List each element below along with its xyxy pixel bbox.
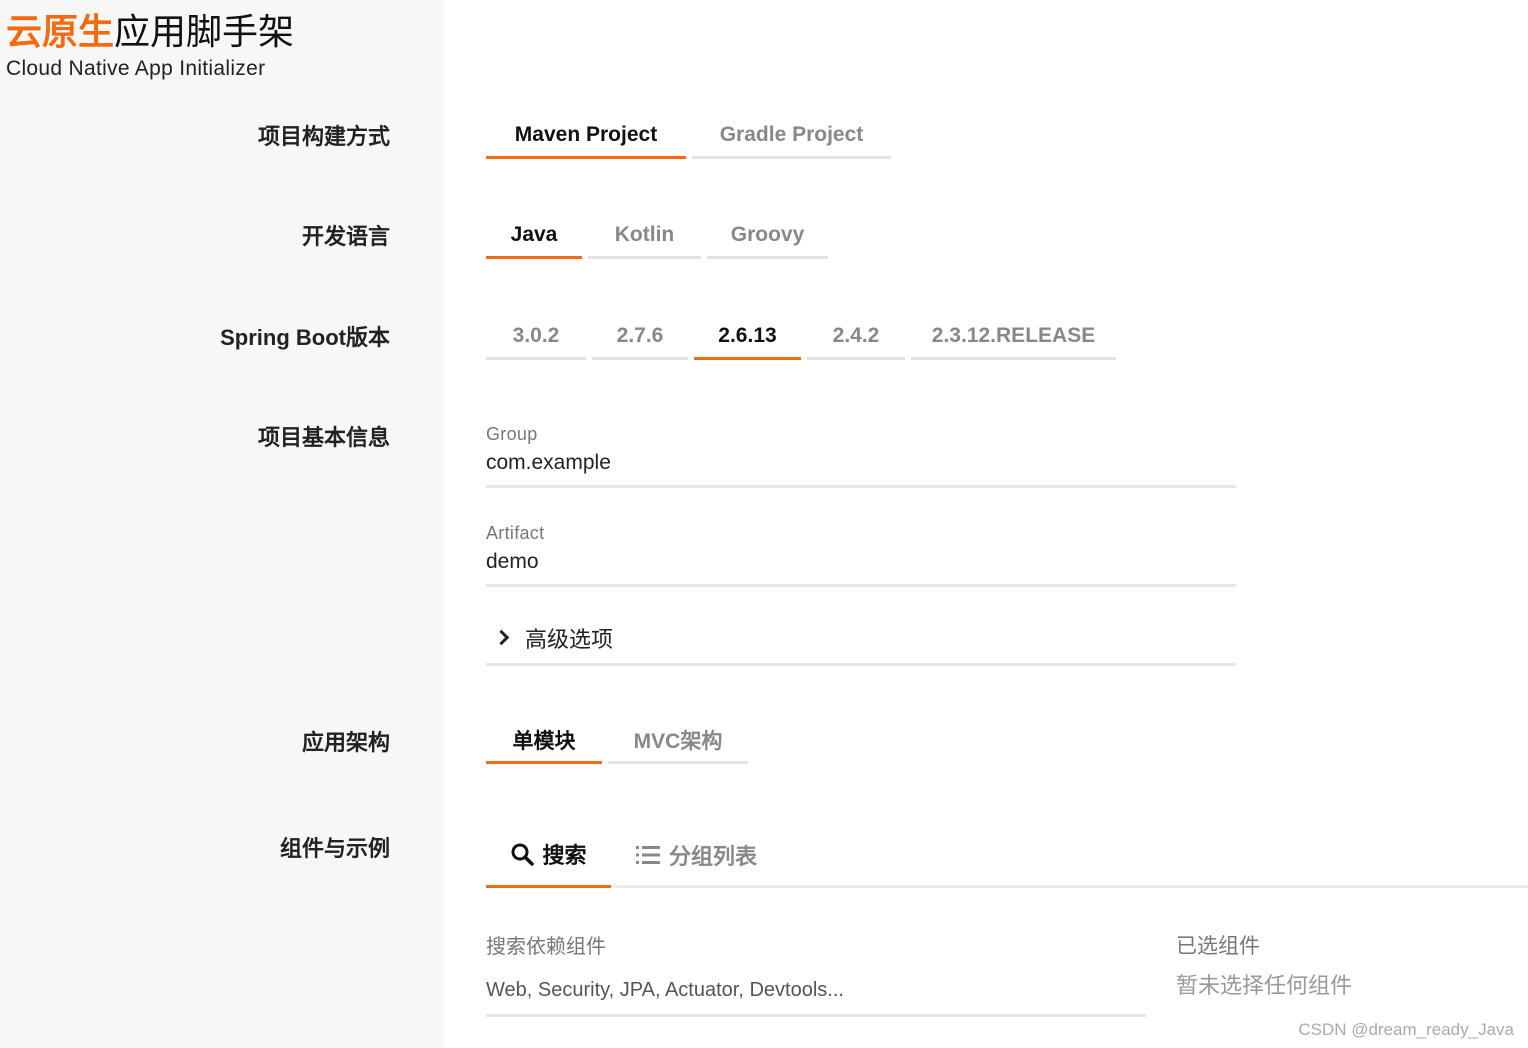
selected-components-empty: 暂未选择任何组件 bbox=[1176, 973, 1353, 998]
tab-single-module[interactable]: 单模块 bbox=[486, 718, 602, 764]
selected-components: 已选组件 暂未选择任何组件 bbox=[1176, 930, 1352, 1000]
tab-java[interactable]: Java bbox=[486, 213, 582, 259]
project-info-label: 项目基本信息 bbox=[257, 425, 390, 450]
components-tabs: 搜索 分组列表 bbox=[486, 822, 1528, 888]
group-input[interactable] bbox=[486, 445, 1236, 485]
components-label: 组件与示例 bbox=[279, 836, 390, 861]
dependency-search-input[interactable] bbox=[486, 959, 1146, 1014]
tab-groovy[interactable]: Groovy bbox=[707, 213, 828, 259]
advanced-options-toggle[interactable]: 高级选项 bbox=[486, 612, 1236, 666]
chevron-right-icon bbox=[493, 629, 510, 646]
tab-boot-2-4-2[interactable]: 2.4.2 bbox=[807, 314, 905, 360]
tab-boot-2-6-13[interactable]: 2.6.13 bbox=[694, 314, 801, 360]
build-label: 项目构建方式 bbox=[257, 124, 390, 149]
boot-version-label: Spring Boot版本 bbox=[220, 325, 390, 350]
tab-search[interactable]: 搜索 bbox=[486, 822, 611, 888]
search-icon bbox=[511, 843, 535, 866]
tab-boot-3-0-2[interactable]: 3.0.2 bbox=[486, 314, 586, 360]
artifact-field: Artifact bbox=[486, 523, 1236, 587]
tab-group-list[interactable]: 分组列表 bbox=[611, 822, 781, 888]
list-icon bbox=[635, 846, 660, 864]
dependency-search-label: 搜索依赖组件 bbox=[486, 936, 606, 958]
sidebar: 云原生应用脚手架 Cloud Native App Initializer bbox=[0, 0, 444, 1048]
build-tabs: Maven Project Gradle Project bbox=[486, 113, 897, 159]
tab-kotlin[interactable]: Kotlin bbox=[588, 213, 701, 259]
architecture-label: 应用架构 bbox=[301, 730, 390, 755]
tab-mvc-architecture[interactable]: MVC架构 bbox=[608, 718, 748, 764]
advanced-options-label: 高级选项 bbox=[525, 626, 614, 652]
tab-boot-2-7-6[interactable]: 2.7.6 bbox=[592, 314, 688, 360]
artifact-label: Artifact bbox=[486, 523, 545, 543]
group-label: Group bbox=[486, 424, 538, 444]
brand-title-rest: 应用脚手架 bbox=[114, 11, 295, 52]
artifact-input[interactable] bbox=[486, 544, 1236, 584]
tab-gradle-project[interactable]: Gradle Project bbox=[692, 113, 891, 159]
language-label: 开发语言 bbox=[301, 224, 390, 249]
dependency-search: 搜索依赖组件 bbox=[486, 930, 1146, 1017]
group-field: Group bbox=[486, 424, 1236, 488]
brand: 云原生应用脚手架 Cloud Native App Initializer bbox=[6, 10, 294, 82]
brand-title: 云原生应用脚手架 bbox=[6, 10, 294, 54]
selected-components-title: 已选组件 bbox=[1176, 935, 1260, 958]
boot-version-tabs: 3.0.2 2.7.6 2.6.13 2.4.2 2.3.12.RELEASE bbox=[486, 314, 1122, 360]
brand-subtitle: Cloud Native App Initializer bbox=[6, 57, 266, 80]
brand-title-accent: 云原生 bbox=[6, 11, 115, 52]
tab-search-label: 搜索 bbox=[542, 842, 587, 868]
architecture-tabs: 单模块 MVC架构 bbox=[486, 718, 754, 764]
tab-group-list-label: 分组列表 bbox=[668, 844, 757, 869]
watermark: CSDN @dream_ready_Java bbox=[1298, 1020, 1514, 1039]
language-tabs: Java Kotlin Groovy bbox=[486, 213, 834, 259]
tab-boot-2-3-12-release[interactable]: 2.3.12.RELEASE bbox=[911, 314, 1116, 360]
tab-maven-project[interactable]: Maven Project bbox=[486, 113, 686, 159]
